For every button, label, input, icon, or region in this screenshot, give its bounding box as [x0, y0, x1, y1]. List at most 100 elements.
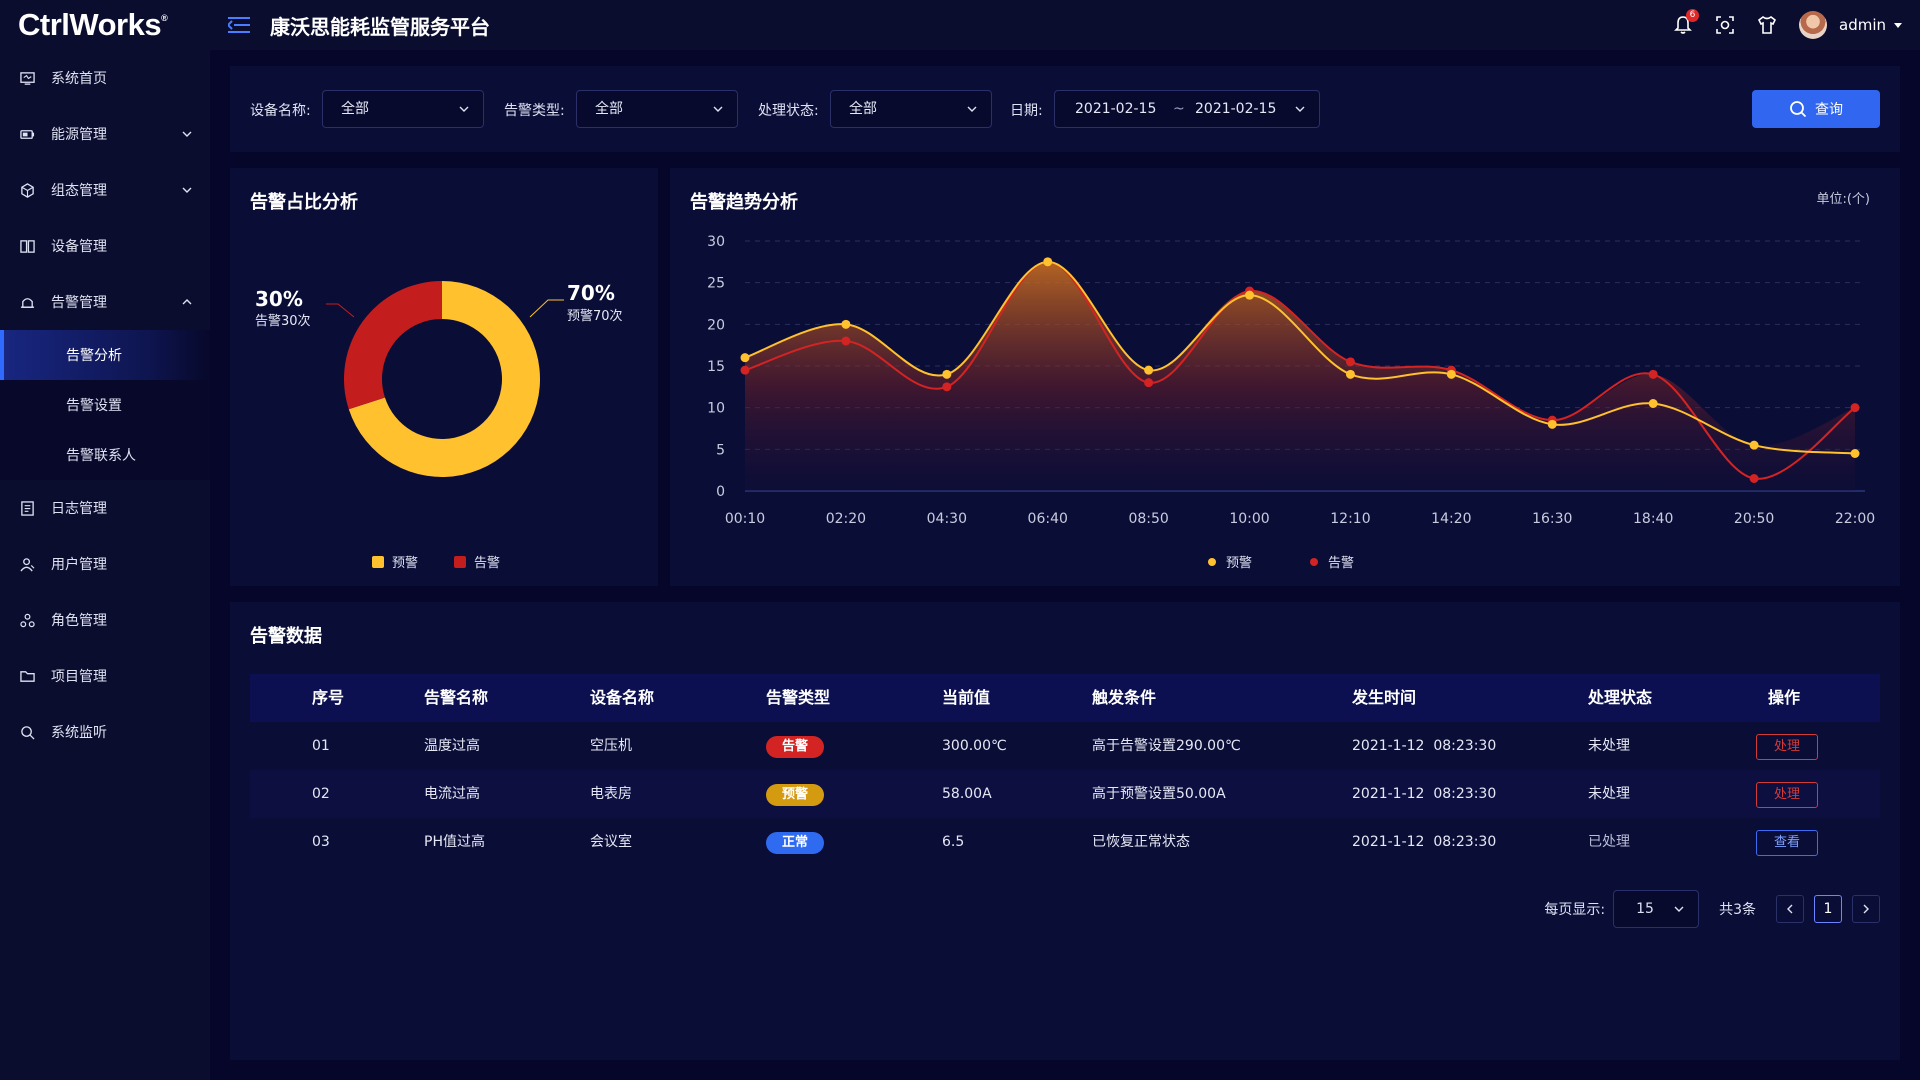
notification-button[interactable]: 6 [1673, 9, 1699, 35]
sidebar-item-label: 角色管理 [51, 613, 107, 629]
device-filter-select[interactable]: 全部 [322, 90, 484, 128]
status-badge: 预警 [766, 784, 824, 806]
pie-legend-warning[interactable]: 预警 [372, 552, 418, 571]
series-point-0[interactable] [1144, 365, 1154, 375]
sidebar-item-label: 系统首页 [51, 71, 107, 87]
sidebar-item-energy[interactable]: 能源管理 [0, 106, 210, 162]
cell-status: 未处理 [1588, 786, 1630, 802]
x-tick-label: 22:00 [1835, 511, 1875, 527]
filter-bar: 设备名称: 全部 告警类型: 全部 处理状态: 全部 日期: 2021-02-1… [230, 66, 1900, 152]
user-name[interactable]: admin [1839, 16, 1886, 34]
sidebar-item-log[interactable]: 日志管理 [0, 480, 210, 536]
series-point-1[interactable] [1648, 369, 1658, 379]
x-tick-label: 02:20 [826, 511, 866, 527]
cell-condition: 已恢复正常状态 [1092, 834, 1190, 850]
col-header-time: 发生时间 [1352, 688, 1417, 707]
sidebar-item-monitor[interactable]: 系统监听 [0, 704, 210, 760]
series-point-0[interactable] [1648, 399, 1658, 408]
view-button[interactable]: 查看 [1756, 830, 1818, 856]
pagination: 每页显示: 15 共3条 1 [1544, 890, 1880, 928]
legend-label: 告警 [474, 556, 501, 571]
series-point-1[interactable] [942, 382, 952, 392]
user-dropdown-caret-icon[interactable] [1894, 22, 1902, 28]
sidebar-item-project[interactable]: 项目管理 [0, 648, 210, 704]
date-separator: ~ [1173, 101, 1185, 117]
trend-legend-warning[interactable]: 预警 [1208, 552, 1252, 571]
legend-swatch [372, 555, 384, 568]
legend-swatch [454, 555, 466, 568]
chevron-down-icon [713, 106, 723, 112]
alarm-icon [20, 297, 35, 308]
series-point-1[interactable] [1144, 378, 1154, 388]
next-page-button[interactable] [1852, 895, 1880, 923]
series-point-0[interactable] [1043, 257, 1053, 267]
series-point-0[interactable] [1446, 369, 1456, 379]
sidebar-subitem-alarm-analysis[interactable]: 告警分析 [0, 330, 210, 380]
sidebar-item-home[interactable]: 系统首页 [0, 50, 210, 106]
pie-label-left-pct: 30% [255, 287, 303, 311]
trend-legend-alarm[interactable]: 告警 [1310, 552, 1354, 571]
y-tick-label: 25 [707, 276, 725, 292]
chevron-down-icon [182, 187, 192, 193]
handle-button[interactable]: 处理 [1756, 782, 1818, 808]
status-filter-value: 全部 [849, 101, 877, 117]
sidebar-item-config[interactable]: 组态管理 [0, 162, 210, 218]
col-header-condition: 触发条件 [1092, 688, 1157, 707]
pie-leader-line-right [529, 299, 564, 318]
handle-button[interactable]: 处理 [1756, 734, 1818, 760]
folder-icon [20, 670, 35, 682]
sidebar-item-label: 组态管理 [51, 183, 107, 199]
query-button[interactable]: 查询 [1752, 90, 1880, 128]
series-point-0[interactable] [841, 319, 851, 329]
user-icon [20, 557, 35, 571]
date-end: 2021-02-15 [1195, 101, 1277, 117]
series-point-0[interactable] [1345, 369, 1355, 379]
col-header-no: 序号 [312, 688, 345, 707]
col-header-action: 操作 [1768, 688, 1801, 707]
table-row: 01 温度过高 空压机 告警 300.00℃ 高于告警设置290.00℃ 202… [250, 722, 1880, 770]
cell-condition: 高于告警设置290.00℃ [1092, 738, 1241, 754]
skin-shirt-icon[interactable] [1757, 15, 1777, 35]
date-start: 2021-02-15 [1075, 101, 1157, 117]
menu-toggle-icon[interactable] [228, 16, 250, 34]
series-point-0[interactable] [1850, 449, 1860, 458]
monitor-icon [20, 71, 35, 85]
sidebar-subitem-alarm-contacts[interactable]: 告警联系人 [0, 430, 210, 480]
pie-legend-alarm[interactable]: 告警 [454, 552, 500, 571]
y-tick-label: 30 [707, 234, 725, 250]
logo: CtrlWorks ® [0, 7, 210, 43]
series-point-0[interactable] [1547, 419, 1557, 429]
chevron-up-icon [182, 299, 192, 305]
prev-page-button[interactable] [1776, 895, 1804, 923]
series-point-1[interactable] [1345, 357, 1355, 367]
per-page-select[interactable]: 15 [1613, 890, 1700, 928]
sidebar-item-device[interactable]: 设备管理 [0, 218, 210, 274]
series-point-1[interactable] [841, 336, 851, 346]
legend-label: 预警 [1226, 556, 1253, 571]
sidebar-item-user[interactable]: 用户管理 [0, 536, 210, 592]
sidebar-subitem-alarm-settings[interactable]: 告警设置 [0, 380, 210, 430]
sidebar-item-role[interactable]: 角色管理 [0, 592, 210, 648]
pie-slice-1[interactable] [344, 281, 442, 410]
col-header-value: 当前值 [942, 688, 991, 707]
sidebar-item-alarm[interactable]: 告警管理 [0, 274, 210, 330]
page-number-button[interactable]: 1 [1814, 895, 1842, 923]
series-point-0[interactable] [942, 369, 952, 379]
series-point-1[interactable] [1749, 474, 1759, 483]
series-point-1[interactable] [740, 365, 750, 375]
date-range-picker[interactable]: 2021-02-15 ~ 2021-02-15 [1054, 90, 1320, 128]
fullscreen-icon[interactable] [1715, 15, 1735, 35]
legend-dot [1208, 557, 1216, 566]
series-point-0[interactable] [740, 353, 750, 363]
series-point-1[interactable] [1850, 403, 1860, 413]
series-point-0[interactable] [1245, 290, 1255, 300]
series-point-0[interactable] [1749, 440, 1759, 450]
x-tick-label: 06:40 [1028, 511, 1068, 527]
type-filter-select[interactable]: 全部 [576, 90, 738, 128]
alarm-data-panel: 告警数据 序号 告警名称 设备名称 告警类型 当前值 触发条件 发生时间 处理状… [230, 602, 1900, 1060]
table-row: 02 电流过高 电表房 预警 58.00A 高于预警设置50.00A 2021-… [250, 770, 1880, 818]
status-filter-select[interactable]: 全部 [830, 90, 992, 128]
y-tick-label: 0 [716, 484, 725, 500]
pie-label-right-pct: 70% [567, 281, 615, 305]
avatar[interactable] [1799, 11, 1827, 39]
